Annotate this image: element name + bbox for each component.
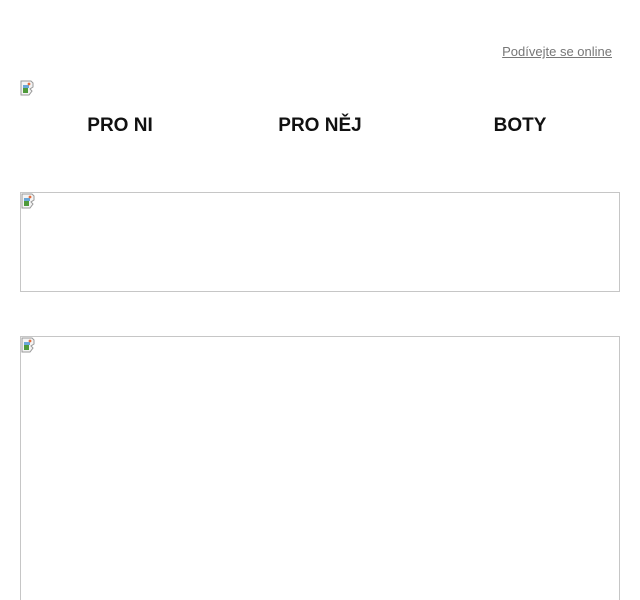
broken-image-icon	[21, 193, 35, 209]
broken-image-icon	[20, 80, 34, 96]
logo-broken-image-icon[interactable]	[20, 80, 36, 96]
nav-item-pro-ni[interactable]: PRO NI	[20, 112, 220, 140]
nav-item-pro-nej[interactable]: PRO NĚJ	[220, 112, 420, 140]
broken-image-icon	[21, 337, 35, 353]
email-page: Podívejte se online PRO NI PRO NĚJ BOTY	[0, 0, 640, 600]
nav-item-boty[interactable]: BOTY	[420, 112, 620, 140]
hero-banner-image[interactable]	[20, 192, 620, 292]
view-online-link[interactable]: Podívejte se online	[502, 44, 612, 59]
main-promo-image[interactable]	[20, 336, 620, 600]
main-nav: PRO NI PRO NĚJ BOTY	[20, 112, 620, 140]
